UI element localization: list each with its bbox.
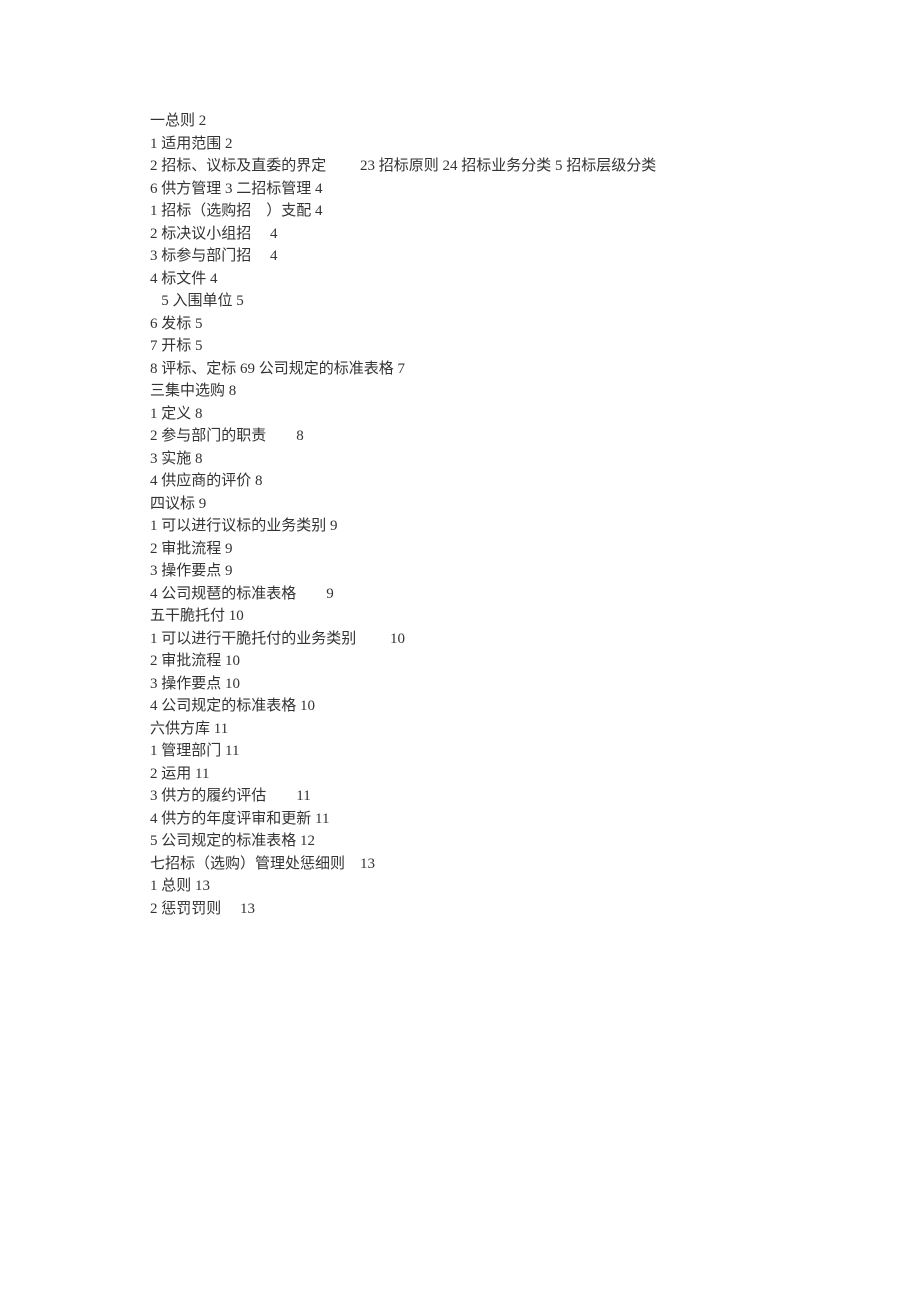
toc-line: 5 公司规定的标准表格 12 — [150, 830, 920, 853]
toc-line: 五干脆托付 10 — [150, 605, 920, 628]
toc-line: 3 供方的履约评估 11 — [150, 785, 920, 808]
toc-line: 1 可以进行干脆托付的业务类别 10 — [150, 628, 920, 651]
toc-line: 1 可以进行议标的业务类别 9 — [150, 515, 920, 538]
toc-line: 1 适用范围 2 — [150, 133, 920, 156]
toc-line: 1 管理部门 11 — [150, 740, 920, 763]
toc-line: 6 发标 5 — [150, 313, 920, 336]
toc-line: 三集中选购 8 — [150, 380, 920, 403]
toc-line: 3 实施 8 — [150, 448, 920, 471]
toc-line: 4 标文件 4 — [150, 268, 920, 291]
toc-line: 3 操作要点 9 — [150, 560, 920, 583]
toc-line: 2 审批流程 10 — [150, 650, 920, 673]
toc-line: 2 审批流程 9 — [150, 538, 920, 561]
toc-line: 六供方库 11 — [150, 718, 920, 741]
toc-line: 1 定义 8 — [150, 403, 920, 426]
toc-line: 5 入围单位 5 — [150, 290, 920, 313]
toc-line: 4 公司规琶的标准表格 9 — [150, 583, 920, 606]
toc-line: 2 参与部门的职责 8 — [150, 425, 920, 448]
toc-line: 6 供方管理 3 二招标管理 4 — [150, 178, 920, 201]
toc-line: 2 标决议小组招 4 — [150, 223, 920, 246]
toc-line: 2 惩罚罚则 13 — [150, 898, 920, 921]
toc-line: 8 评标、定标 69 公司规定的标准表格 7 — [150, 358, 920, 381]
toc-line: 4 公司规定的标准表格 10 — [150, 695, 920, 718]
toc-line: 2 运用 11 — [150, 763, 920, 786]
toc-line: 1 总则 13 — [150, 875, 920, 898]
toc-container: 一总则 2 1 适用范围 2 2 招标、议标及直委的界定 23 招标原则 24 … — [150, 110, 920, 920]
toc-line: 4 供应商的评价 8 — [150, 470, 920, 493]
toc-line: 3 操作要点 10 — [150, 673, 920, 696]
toc-line: 4 供方的年度评审和更新 11 — [150, 808, 920, 831]
toc-line: 四议标 9 — [150, 493, 920, 516]
toc-line: 7 开标 5 — [150, 335, 920, 358]
toc-line: 1 招标（选购招 ）支配 4 — [150, 200, 920, 223]
toc-line: 3 标参与部门招 4 — [150, 245, 920, 268]
toc-line: 七招标（选购）管理处惩细则 13 — [150, 853, 920, 876]
toc-line: 一总则 2 — [150, 110, 920, 133]
toc-line: 2 招标、议标及直委的界定 23 招标原则 24 招标业务分类 5 招标层级分类 — [150, 155, 920, 178]
